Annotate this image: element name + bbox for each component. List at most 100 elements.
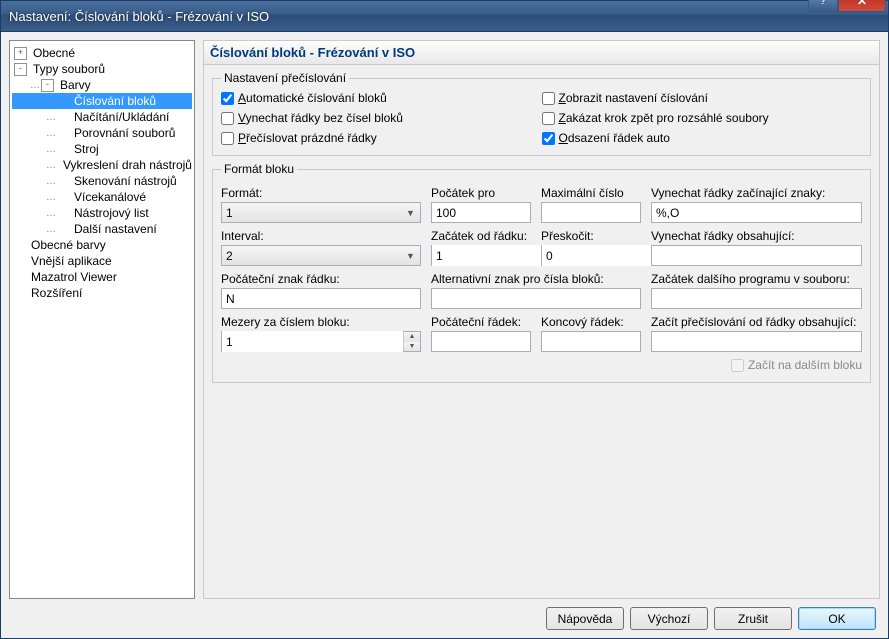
group-legend: Nastavení přečíslování (221, 71, 349, 85)
tree-item[interactable]: … Nástrojový list (12, 205, 192, 221)
tree-item-label: Stroj (72, 142, 101, 156)
tree-item[interactable]: …Načítání/Ukládání (12, 109, 192, 125)
window-title: Nastavení: Číslování bloků - Frézování v… (9, 9, 808, 24)
tree-leaf-icon (57, 224, 68, 235)
line-start-char-input[interactable] (221, 288, 421, 309)
client-area: +Obecné-Typy souborů…-Barvy…Číslování bl… (1, 32, 888, 638)
last-line-input[interactable] (541, 331, 641, 352)
format-combo[interactable]: 1▼ (221, 202, 421, 223)
collapse-icon[interactable]: - (41, 79, 54, 92)
settings-dialog: Nastavení: Číslování bloků - Frézování v… (0, 0, 889, 639)
lbl-alt-char: Alternativní znak pro čísla bloků: (431, 272, 641, 286)
tree-leaf-icon (14, 256, 25, 267)
tree-item[interactable]: …Další nastavení (12, 221, 192, 237)
help-icon[interactable]: ? (808, 0, 838, 12)
chk-auto-numbering[interactable]: Automatické číslování bloků (221, 91, 542, 105)
alt-char-input[interactable] (431, 288, 641, 309)
nav-tree[interactable]: +Obecné-Typy souborů…-Barvy…Číslování bl… (9, 40, 195, 599)
spaces-after-spin[interactable]: ▲▼ (221, 331, 421, 352)
tree-item[interactable]: … Vykreslení drah nástrojů (12, 157, 192, 173)
tree-item-label: Skenování nástrojů (72, 174, 179, 188)
skip-spin[interactable]: ▲▼ (541, 245, 641, 266)
spin-down-icon[interactable]: ▼ (404, 342, 420, 352)
interval-combo[interactable]: 2▼ (221, 245, 421, 266)
tree-item[interactable]: -Typy souborů (12, 61, 192, 77)
tree-dots-icon: … (30, 80, 39, 91)
start-from-input[interactable] (431, 202, 531, 223)
tree-item-label: Porovnání souborů (72, 126, 177, 140)
lbl-renumber-from: Začít přečíslování od řádky obsahující: (651, 315, 862, 329)
tree-leaf-icon (57, 128, 68, 139)
chk-show-settings[interactable]: Zobrazit nastavení číslování (542, 91, 863, 105)
tree-leaf-icon (14, 288, 25, 299)
tree-dots-icon: … (46, 144, 55, 155)
tree-leaf-icon (57, 112, 68, 123)
tree-item[interactable]: …-Barvy (12, 77, 192, 93)
default-button[interactable]: Výchozí (630, 607, 708, 630)
tree-leaf-icon (57, 176, 68, 187)
tree-dots-icon: … (46, 224, 55, 235)
first-line-input[interactable] (431, 331, 531, 352)
renumber-from-input[interactable] (651, 331, 862, 352)
block-format-group: Formát bloku Formát: Počátek pro Maximál… (212, 162, 871, 383)
tree-dots-icon: … (46, 96, 55, 107)
tree-dots-icon: … (46, 112, 55, 123)
tree-item[interactable]: Obecné barvy (12, 237, 192, 253)
titlebar[interactable]: Nastavení: Číslování bloků - Frézování v… (1, 1, 888, 32)
tree-item[interactable]: Vnější aplikace (12, 253, 192, 269)
skip-start-chars-input[interactable] (651, 202, 862, 223)
lbl-first-line: Počáteční řádek: (431, 315, 531, 329)
max-number-input[interactable] (541, 202, 641, 223)
tree-item-label: Číslování bloků (72, 94, 158, 108)
chk-skip-no-number[interactable]: Vynechat řádky bez čísel bloků (221, 111, 542, 125)
content-pane: Číslování bloků - Frézování v ISO Nastav… (203, 40, 880, 599)
tree-item-label: Barvy (58, 78, 93, 92)
tree-item-label: Nástrojový list (72, 206, 151, 220)
next-prog-input[interactable] (651, 288, 862, 309)
tree-item-label: Vykreslení drah nástrojů (61, 158, 194, 172)
tree-item[interactable]: …Porovnání souborů (12, 125, 192, 141)
tree-leaf-icon (57, 208, 68, 219)
tree-leaf-icon (57, 96, 68, 107)
close-icon[interactable]: ✕ (838, 0, 886, 12)
lbl-start-from: Počátek pro (431, 186, 531, 200)
tree-item-label: Obecné (31, 46, 77, 60)
help-button[interactable]: Nápověda (546, 607, 624, 630)
tree-leaf-icon (14, 240, 25, 251)
window-buttons: ? ✕ (808, 0, 886, 11)
chevron-down-icon: ▼ (403, 251, 418, 261)
tree-dots-icon: … (46, 192, 55, 203)
start-line-spin[interactable]: ▲▼ (431, 245, 531, 266)
chk-disable-undo[interactable]: Zakázat krok zpět pro rozsáhlé soubory (542, 111, 863, 125)
tree-dots-icon: … (46, 176, 55, 187)
lbl-skip-containing: Vynechat řádky obsahující: (651, 229, 862, 243)
tree-item[interactable]: …Vícekanálové (12, 189, 192, 205)
page-title: Číslování bloků - Frézování v ISO (203, 40, 880, 65)
tree-item[interactable]: … Skenování nástrojů (12, 173, 192, 189)
ok-button[interactable]: OK (798, 607, 876, 630)
expand-icon[interactable]: + (14, 47, 27, 60)
lbl-interval: Interval: (221, 229, 421, 243)
chk-renumber-empty[interactable]: Přečíslovat prázdné řádky (221, 131, 542, 145)
tree-item[interactable]: Mazatrol Viewer (12, 269, 192, 285)
renumber-settings-group: Nastavení přečíslování Automatické číslo… (212, 71, 871, 156)
lbl-next-prog: Začátek dalšího programu v souboru: (651, 272, 862, 286)
tree-item[interactable]: Rozšíření (12, 285, 192, 301)
tree-item[interactable]: … Číslování bloků (12, 93, 192, 109)
tree-item-label: Vnější aplikace (29, 254, 114, 268)
cancel-button[interactable]: Zrušit (714, 607, 792, 630)
chk-start-next-block: Začít na dalším bloku (731, 358, 862, 372)
tree-dots-icon: … (46, 208, 55, 219)
lbl-max-number: Maximální číslo (541, 186, 641, 200)
spin-up-icon[interactable]: ▲ (404, 332, 420, 342)
chk-auto-indent[interactable]: Odsazení řádek auto (542, 131, 863, 145)
tree-item-label: Obecné barvy (29, 238, 108, 252)
tree-item[interactable]: + Obecné (12, 45, 192, 61)
collapse-icon[interactable]: - (14, 63, 27, 76)
tree-item-label: Mazatrol Viewer (29, 270, 119, 284)
lbl-skip-start-chars: Vynechat řádky začínající znaky: (651, 186, 862, 200)
skip-containing-input[interactable] (651, 245, 862, 266)
lbl-start-line: Začátek od řádku: (431, 229, 531, 243)
tree-item[interactable]: … Stroj (12, 141, 192, 157)
tree-dots-icon: … (46, 160, 55, 171)
